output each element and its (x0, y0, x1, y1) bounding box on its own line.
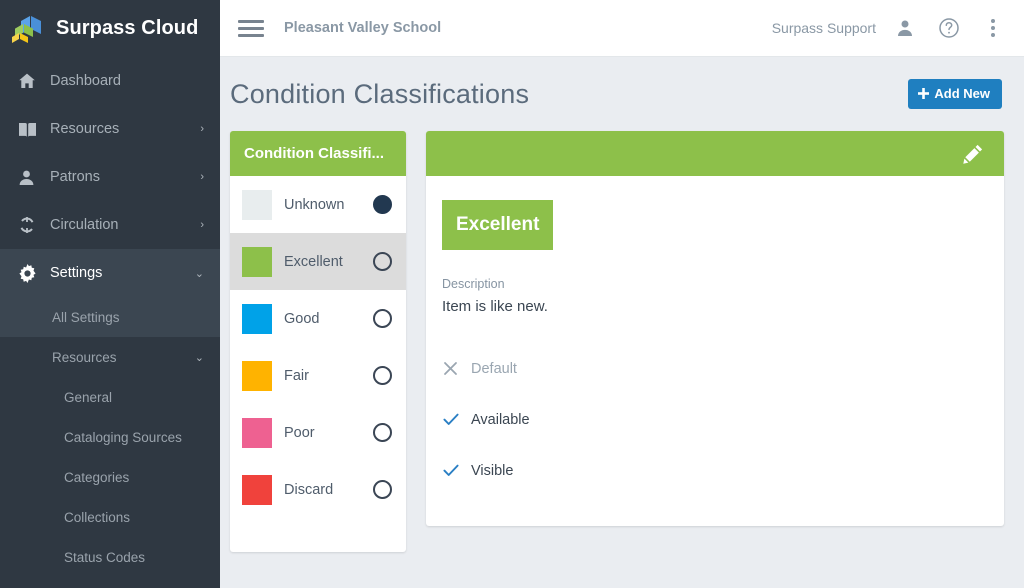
brand-name: Surpass Cloud (56, 17, 199, 39)
color-swatch (242, 189, 272, 220)
topbar: Pleasant Valley School Surpass Support (220, 0, 1024, 57)
sidebar-subitem-label: Status Codes (64, 549, 146, 565)
sidebar-item-label: Settings (50, 265, 103, 281)
flag-label: Visible (471, 462, 514, 479)
condition-detail-card: Excellent Description Item is like new. … (426, 131, 1004, 526)
stacked-sheets-logo-icon (11, 12, 45, 46)
chevron-right-icon: › (200, 171, 204, 183)
default-radio[interactable] (373, 309, 392, 328)
sidebar-subitem-all-settings[interactable]: All Settings (0, 297, 220, 337)
home-icon (18, 72, 44, 90)
default-radio[interactable] (373, 423, 392, 442)
sidebar-subitem-collections[interactable]: Collections (0, 497, 220, 537)
x-icon (442, 360, 459, 377)
sidebar-item-circulation[interactable]: Circulation › (0, 201, 220, 249)
list-item[interactable]: Fair (230, 347, 406, 404)
color-swatch (242, 417, 272, 448)
flag-available: Available (442, 394, 982, 445)
main-area: Pleasant Valley School Surpass Support C… (220, 0, 1024, 588)
book-icon (18, 121, 44, 138)
add-new-label: Add New (934, 86, 990, 101)
page-header: Condition Classifications Add New (220, 57, 1024, 131)
list-item[interactable]: Unknown (230, 176, 406, 233)
sidebar-item-label: Circulation (50, 217, 119, 233)
default-radio[interactable] (373, 252, 392, 271)
color-swatch (242, 246, 272, 277)
hamburger-icon[interactable] (234, 11, 268, 45)
description-label: Description (442, 277, 505, 291)
support-user-name: Surpass Support (771, 20, 876, 36)
sidebar-item-patrons[interactable]: Patrons › (0, 153, 220, 201)
sidebar-subitem-label: General (64, 389, 113, 405)
default-radio[interactable] (373, 480, 392, 499)
condition-list-panel: Condition Classifi... Unknown Excellent (230, 131, 406, 552)
sidebar-item-label: Dashboard (50, 73, 121, 89)
sidebar-item-resources[interactable]: Resources › (0, 105, 220, 153)
list-item-label: Unknown (284, 196, 345, 213)
gear-icon (18, 263, 44, 283)
color-swatch (242, 303, 272, 334)
sidebar: Surpass Cloud Dashboard Resources › Patr… (0, 0, 220, 588)
check-icon (442, 462, 459, 479)
sidebar-subitem-label: All Settings (52, 309, 120, 325)
list-item[interactable]: Good (230, 290, 406, 347)
topbar-actions: Surpass Support (772, 13, 1008, 43)
color-swatch (242, 474, 272, 505)
flag-visible: Visible (442, 445, 982, 496)
sidebar-subitem-label: Categories (64, 469, 130, 485)
refresh-icon (18, 216, 44, 234)
sidebar-item-label: Patrons (50, 169, 100, 185)
list-item-label: Poor (284, 424, 315, 441)
chevron-right-icon: › (200, 219, 204, 231)
condition-name-badge: Excellent (442, 200, 554, 250)
sidebar-subitem-resources[interactable]: Resources ⌄ (0, 337, 220, 377)
sidebar-subitem-cataloging-sources[interactable]: Cataloging Sources (0, 417, 220, 457)
list-item[interactable]: Discard (230, 461, 406, 518)
list-item-label: Fair (284, 367, 309, 384)
list-item[interactable]: Excellent (230, 233, 406, 290)
sidebar-subitem-categories[interactable]: Categories (0, 457, 220, 497)
sidebar-nav: Dashboard Resources › Patrons › Circulat… (0, 57, 220, 577)
list-item-label: Good (284, 310, 320, 327)
chevron-down-icon: ⌄ (194, 267, 204, 280)
check-icon (442, 411, 459, 428)
add-new-button[interactable]: Add New (908, 79, 1002, 109)
person-icon (18, 169, 44, 186)
sidebar-subitem-label: Collections (64, 509, 131, 525)
list-item-label: Discard (284, 481, 334, 498)
sidebar-item-dashboard[interactable]: Dashboard (0, 57, 220, 105)
app-root: Surpass Cloud Dashboard Resources › Patr… (0, 0, 1024, 588)
detail-header (426, 131, 1004, 176)
brand-header[interactable]: Surpass Cloud (0, 0, 220, 57)
sidebar-subitem-label: Resources (52, 349, 117, 365)
list-panel-title: Condition Classifi... (230, 131, 406, 176)
help-circle-icon[interactable] (934, 13, 964, 43)
sidebar-item-label: Resources (50, 121, 120, 137)
color-swatch (242, 360, 272, 391)
kebab-menu-icon[interactable] (978, 13, 1008, 43)
list-item-label: Excellent (284, 253, 343, 270)
sidebar-subitem-general[interactable]: General (0, 377, 220, 417)
content-area: Condition Classifi... Unknown Excellent (220, 131, 1024, 552)
flag-label: Default (471, 360, 517, 377)
flag-list: Default Available Visible (442, 343, 982, 496)
page-title: Condition Classifications (230, 78, 530, 109)
chevron-right-icon: › (200, 123, 204, 135)
default-radio[interactable] (373, 195, 392, 214)
list-item[interactable]: Poor (230, 404, 406, 461)
school-name: Pleasant Valley School (284, 20, 442, 36)
chevron-down-icon: ⌄ (194, 351, 204, 364)
detail-body: Excellent Description Item is like new. … (426, 176, 1004, 526)
default-radio[interactable] (373, 366, 392, 385)
sidebar-subitem-label: Cataloging Sources (64, 429, 182, 445)
flag-label: Available (471, 411, 530, 428)
pencil-icon[interactable] (960, 141, 986, 167)
description-value: Item is like new. (442, 298, 548, 315)
sidebar-item-settings[interactable]: Settings ⌄ (0, 249, 220, 297)
condition-list: Unknown Excellent Good Fair Poor Discard (230, 176, 406, 552)
flag-default: Default (442, 343, 982, 394)
sidebar-subitem-status-codes[interactable]: Status Codes (0, 537, 220, 577)
person-icon[interactable] (890, 13, 920, 43)
plus-icon (918, 87, 930, 101)
